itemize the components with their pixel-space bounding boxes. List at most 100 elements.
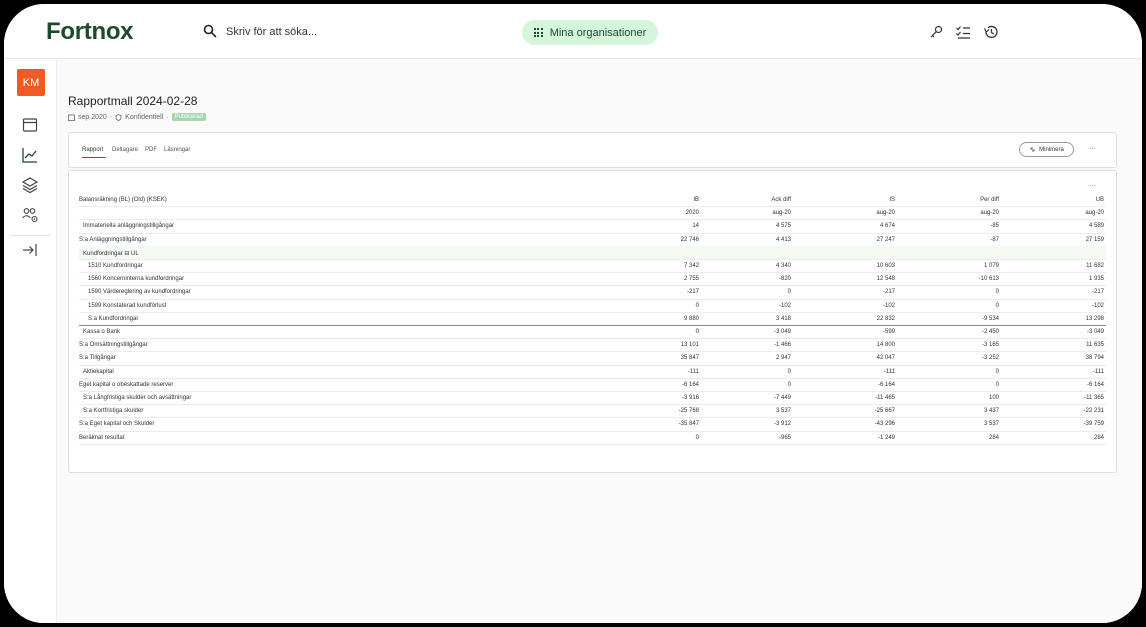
table-cell: 11 635 — [1086, 342, 1104, 349]
table-cell: 284 — [1093, 434, 1104, 441]
report-meta: sep 2020 · Konfidentiell · Publicerad — [68, 113, 206, 121]
minimize-button[interactable]: Minimera — [1019, 142, 1074, 157]
table-cell: 284 — [988, 434, 999, 441]
table-cell: -111 — [687, 368, 699, 375]
table-cell: -3 252 — [981, 355, 999, 362]
more-options-icon[interactable]: ... — [1089, 144, 1096, 151]
table-cell: 10 603 — [876, 263, 895, 269]
row-label: S:a Tillgångar — [79, 355, 116, 362]
table-cell: 12 548 — [876, 276, 895, 283]
table-row: S:a Eget kapital och Skulder -35 847 -3 91… — [79, 417, 1106, 432]
table-cell: 13 298 — [1085, 315, 1104, 322]
key-icon[interactable] — [928, 24, 944, 40]
calendar-icon[interactable] — [21, 116, 39, 134]
grid-icon — [533, 28, 543, 37]
organizations-button-label: Mina organisationer — [549, 26, 647, 39]
tab-lasningar[interactable]: Läsningar — [164, 147, 190, 153]
table-cell: 1 079 — [983, 263, 999, 269]
tab-deltagare[interactable]: Deltagare — [112, 147, 138, 153]
table-row: 1599 Konstaterad kundförlust 0 -102 -102 0 -1… — [79, 299, 1106, 313]
table-cell: 4 340 — [775, 263, 791, 269]
table-row: 1510 Kundfordringar 7 342 4 340 10 603 1 079… — [79, 259, 1106, 274]
column-header: Ack diff — [771, 197, 791, 203]
table-cell: -87 — [990, 236, 999, 243]
report-table: ... Balansräkning (BL) (Old) (KSEK) IB Ack… — [68, 170, 1117, 473]
table-cell: 4 674 — [879, 223, 895, 230]
table-cell: 4 575 — [775, 223, 791, 230]
row-label: Beräknat resultat — [79, 434, 125, 441]
row-label: 1590 Värdereglering av kundfordringar — [88, 289, 191, 296]
column-subheader: aug-20 — [876, 210, 895, 217]
sidebar-divider — [10, 235, 50, 236]
table-cell: -3 916 — [681, 395, 699, 401]
search-input[interactable] — [226, 21, 486, 43]
row-label: S:a Eget kapital och Skulder — [79, 421, 155, 428]
table-cell: 38 794 — [1085, 355, 1104, 362]
column-subheader: 2020 — [685, 210, 699, 217]
table-row: S:a Kundfordringar 9 880 3 418 22 832 -9 534… — [79, 312, 1106, 326]
row-label: Immateriella anläggningstillgångar — [83, 223, 175, 230]
tab-rapport[interactable]: Rapport — [82, 147, 103, 153]
column-subheader: aug-20 — [980, 210, 999, 217]
checklist-icon[interactable] — [955, 24, 971, 40]
row-label: Kassa o Bank — [83, 329, 121, 335]
table-row: Beräknat resultat 0 -965 -1 249 284 284 — [79, 431, 1106, 445]
row-label: S:a Anläggningstillgångar — [79, 236, 147, 243]
row-label: S:a Kortfristiga skulder — [83, 408, 144, 415]
fortnox-logo[interactable]: Fortnox — [46, 18, 134, 46]
table-cell: -3 165 — [981, 342, 999, 349]
table-row: Immateriella anläggningstillgångar 14 4 57… — [79, 219, 1106, 234]
table-cell: -6 164 — [681, 381, 699, 388]
table-row: S:a Omsättningstillgångar 13 101 -1 466 14 … — [79, 338, 1106, 353]
table-cell: 7 342 — [683, 263, 699, 269]
collapse-icon — [1030, 147, 1036, 152]
table-cell: 35 847 — [680, 355, 699, 362]
chart-icon[interactable] — [21, 146, 39, 164]
table-row: Kundfordringar ⊟ UL — [79, 245, 1106, 260]
row-label: S:a Långfristiga skulder och avsättninga… — [83, 395, 192, 401]
tab-pdf[interactable]: PDF — [145, 147, 157, 153]
top-bar: Fortnox Mina organisationer — [4, 4, 1142, 59]
table-cell: -11 365 — [1084, 395, 1104, 401]
table-cell: -3 049 — [1086, 329, 1104, 335]
table-cell: -85 — [990, 223, 999, 230]
table-cell: 0 — [695, 434, 699, 441]
organizations-button[interactable]: Mina organisationer — [522, 20, 658, 45]
table-cell: 0 — [787, 381, 791, 388]
users-settings-icon[interactable] — [21, 206, 39, 224]
table-cell: 3 537 — [775, 408, 791, 415]
table-cell: -102 — [882, 302, 895, 309]
expand-sidebar-icon[interactable] — [21, 241, 39, 259]
table-cell: 4 589 — [1088, 223, 1104, 230]
table-cell: -7 449 — [773, 395, 791, 401]
table-cell: 100 — [988, 395, 999, 401]
status-badge: Publicerad — [171, 113, 206, 121]
row-label: S:a Kundfordringar — [88, 315, 139, 322]
table-cell: -25 667 — [874, 408, 895, 415]
row-label: Aktiekapital — [83, 368, 114, 375]
header-label: Balansräkning (BL) (Old) (KSEK) — [79, 197, 167, 203]
layers-icon[interactable] — [21, 176, 39, 194]
table-cell: -102 — [778, 302, 791, 309]
table-header-row: Balansräkning (BL) (Old) (KSEK) IB Ack dif… — [79, 193, 1106, 208]
table-cell: 1 935 — [1088, 276, 1104, 283]
table-cell: 42 047 — [876, 355, 895, 362]
table-cell: 4 413 — [775, 236, 791, 243]
column-header: UB — [1095, 197, 1104, 203]
search-icon[interactable] — [203, 24, 217, 38]
table-cell: -6 164 — [1086, 381, 1104, 388]
column-header: IS — [889, 197, 895, 203]
history-icon[interactable] — [983, 24, 999, 40]
table-cell: -217 — [1091, 289, 1104, 296]
row-label: Eget kapital o obeskattade reserver — [79, 381, 174, 388]
active-tab-indicator — [82, 157, 106, 158]
report-period: sep 2020 — [78, 113, 107, 121]
calendar-small-icon — [68, 114, 75, 121]
table-cell: 22 832 — [876, 315, 895, 322]
table-cell: 27 247 — [876, 236, 895, 243]
table-cell: 0 — [695, 302, 699, 309]
table-cell: -22 231 — [1083, 408, 1104, 415]
table-cell: 3 418 — [775, 315, 791, 322]
user-avatar[interactable]: KM — [17, 69, 45, 96]
table-more-icon[interactable]: ... — [1089, 181, 1096, 188]
